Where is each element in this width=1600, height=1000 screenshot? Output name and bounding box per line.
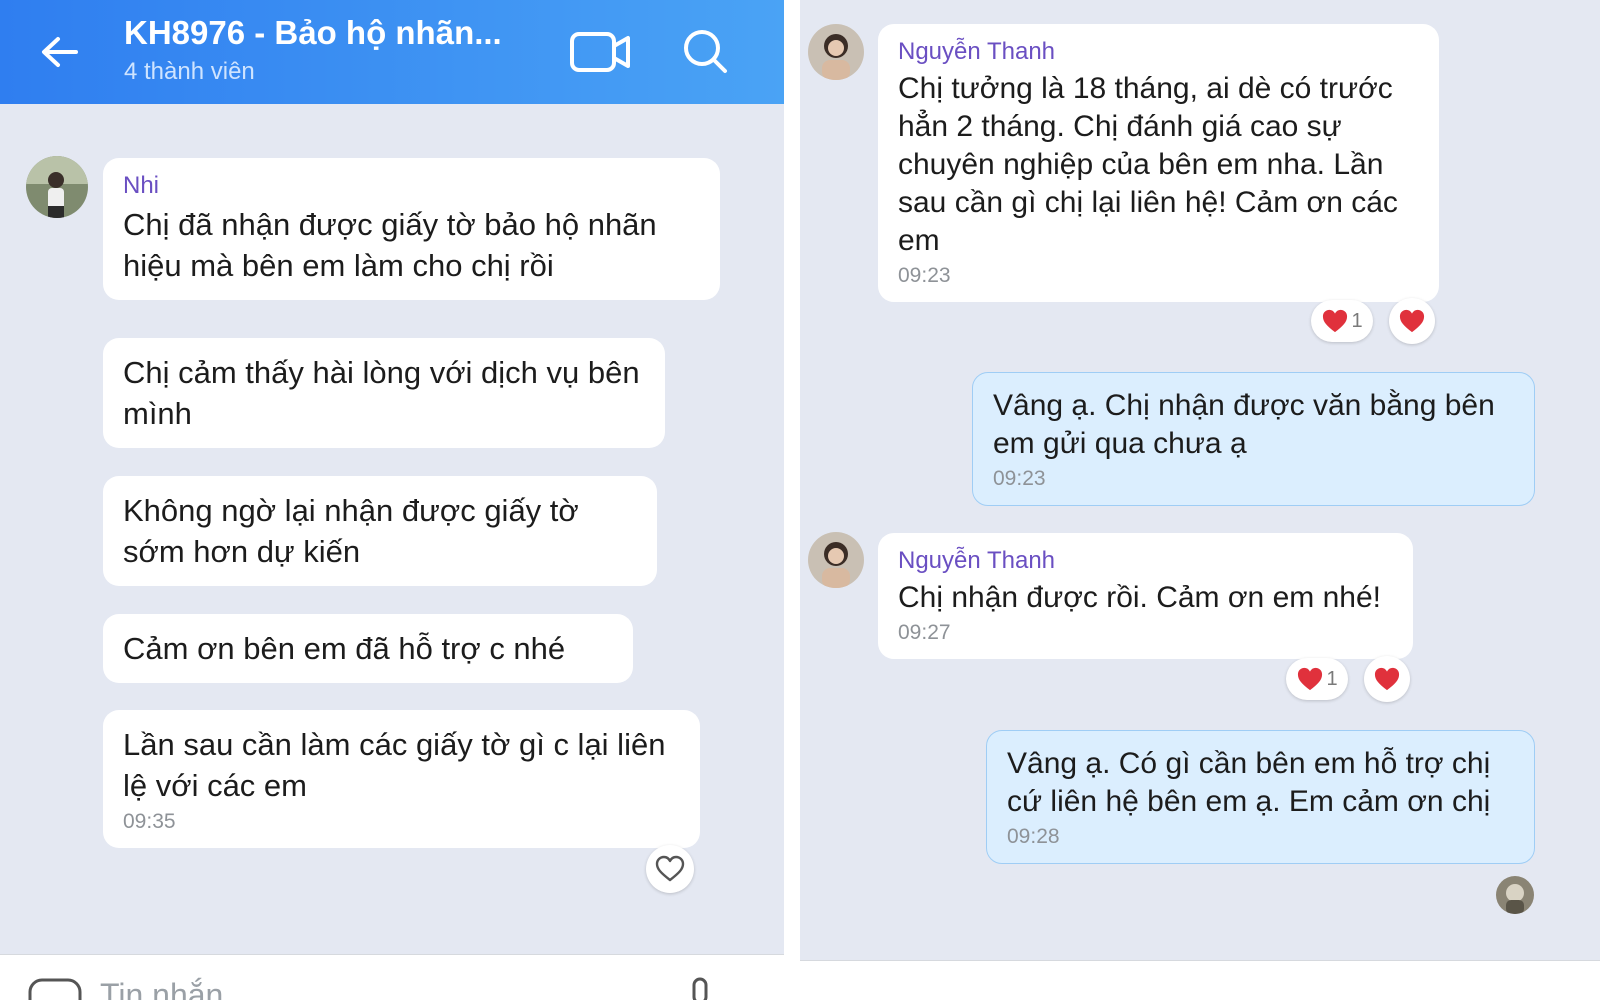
message-time: 09:23 <box>993 467 1046 490</box>
message-text: Chị cảm thấy hài lòng với dịch vụ bên mì… <box>123 355 640 431</box>
react-button[interactable] <box>646 845 694 893</box>
message-bubble[interactable]: Nguyễn Thanh Chị tưởng là 18 tháng, ai d… <box>878 24 1439 302</box>
sender-name: Nguyễn Thanh <box>898 38 1056 65</box>
heart-outline-icon <box>655 855 685 882</box>
seen-avatar <box>1496 876 1534 914</box>
panel-divider <box>784 0 800 1000</box>
member-count: 4 thành viên <box>124 58 255 85</box>
react-button[interactable] <box>1364 656 1410 702</box>
avatar[interactable] <box>808 532 864 588</box>
message-bubble[interactable]: Chị cảm thấy hài lòng với dịch vụ bên mì… <box>103 338 665 448</box>
message-bubble[interactable]: Không ngờ lại nhận được giấy tờ sớm hơn … <box>103 476 657 586</box>
heart-icon <box>1374 667 1400 691</box>
avatar[interactable] <box>26 156 88 218</box>
search-icon <box>684 30 727 73</box>
message-input-bar[interactable]: Tin nhắn <box>0 954 784 1000</box>
message-text: Lần sau cần làm các giấy tờ gì c lại liê… <box>123 727 666 803</box>
message-text: Vâng ạ. Có gì cần bên em hỗ trợ chị cứ l… <box>1007 747 1491 818</box>
reaction-count: 1 <box>1326 667 1338 690</box>
message-input[interactable]: Tin nhắn <box>100 977 223 1000</box>
message-text: Chị tưởng là 18 tháng, ai dè có trước hẳ… <box>898 72 1398 257</box>
message-bubble[interactable]: Nguyễn Thanh Chị nhận được rồi. Cảm ơn e… <box>878 533 1413 659</box>
message-bubble[interactable]: Lần sau cần làm các giấy tờ gì c lại liê… <box>103 710 700 848</box>
message-bubble[interactable]: Cảm ơn bên em đã hỗ trợ c nhé <box>103 614 633 683</box>
right-chat-panel: Nguyễn Thanh Chị tưởng là 18 tháng, ai d… <box>800 0 1600 1000</box>
message-text: Chị đã nhận được giấy tờ bảo hộ nhãn hiệ… <box>123 207 657 283</box>
message-time: 09:28 <box>1007 825 1060 848</box>
message-bubble-outgoing[interactable]: Vâng ạ. Có gì cần bên em hỗ trợ chị cứ l… <box>986 730 1535 864</box>
search-button[interactable] <box>680 26 730 76</box>
heart-icon <box>1323 309 1348 333</box>
sticker-icon[interactable] <box>28 977 84 1000</box>
reaction-summary[interactable]: 1 <box>1311 300 1373 342</box>
left-chat-panel: KH8976 - Bảo hộ nhãn... 4 thành viên Nhi… <box>0 0 784 1000</box>
avatar[interactable] <box>808 24 864 80</box>
back-arrow-icon <box>42 37 78 67</box>
chat-title[interactable]: KH8976 - Bảo hộ nhãn... <box>124 14 502 52</box>
chat-header: KH8976 - Bảo hộ nhãn... 4 thành viên <box>0 0 784 104</box>
sender-name: Nhi <box>123 172 160 199</box>
message-input-bar[interactable] <box>800 960 1600 1000</box>
sender-name: Nguyễn Thanh <box>898 547 1056 574</box>
message-text: Chị nhận được rồi. Cảm ơn em nhé! <box>898 581 1381 614</box>
message-text: Không ngờ lại nhận được giấy tờ sớm hơn … <box>123 493 579 569</box>
message-time: 09:27 <box>898 621 951 644</box>
microphone-icon[interactable] <box>686 975 714 1000</box>
react-button[interactable] <box>1389 298 1435 344</box>
heart-icon <box>1399 309 1425 333</box>
reaction-count: 1 <box>1351 309 1363 332</box>
message-time: 09:35 <box>123 810 176 833</box>
back-button[interactable] <box>36 28 84 76</box>
message-time: 09:23 <box>898 264 951 287</box>
message-text: Vâng ạ. Chị nhận được văn bằng bên em gử… <box>993 389 1495 460</box>
video-call-button[interactable] <box>568 28 632 76</box>
reaction-summary[interactable]: 1 <box>1286 658 1348 700</box>
message-bubble[interactable]: Nhi Chị đã nhận được giấy tờ bảo hộ nhãn… <box>103 158 720 300</box>
heart-icon <box>1298 667 1323 691</box>
message-bubble-outgoing[interactable]: Vâng ạ. Chị nhận được văn bằng bên em gử… <box>972 372 1535 506</box>
video-call-icon <box>570 32 630 72</box>
message-text: Cảm ơn bên em đã hỗ trợ c nhé <box>123 631 566 666</box>
